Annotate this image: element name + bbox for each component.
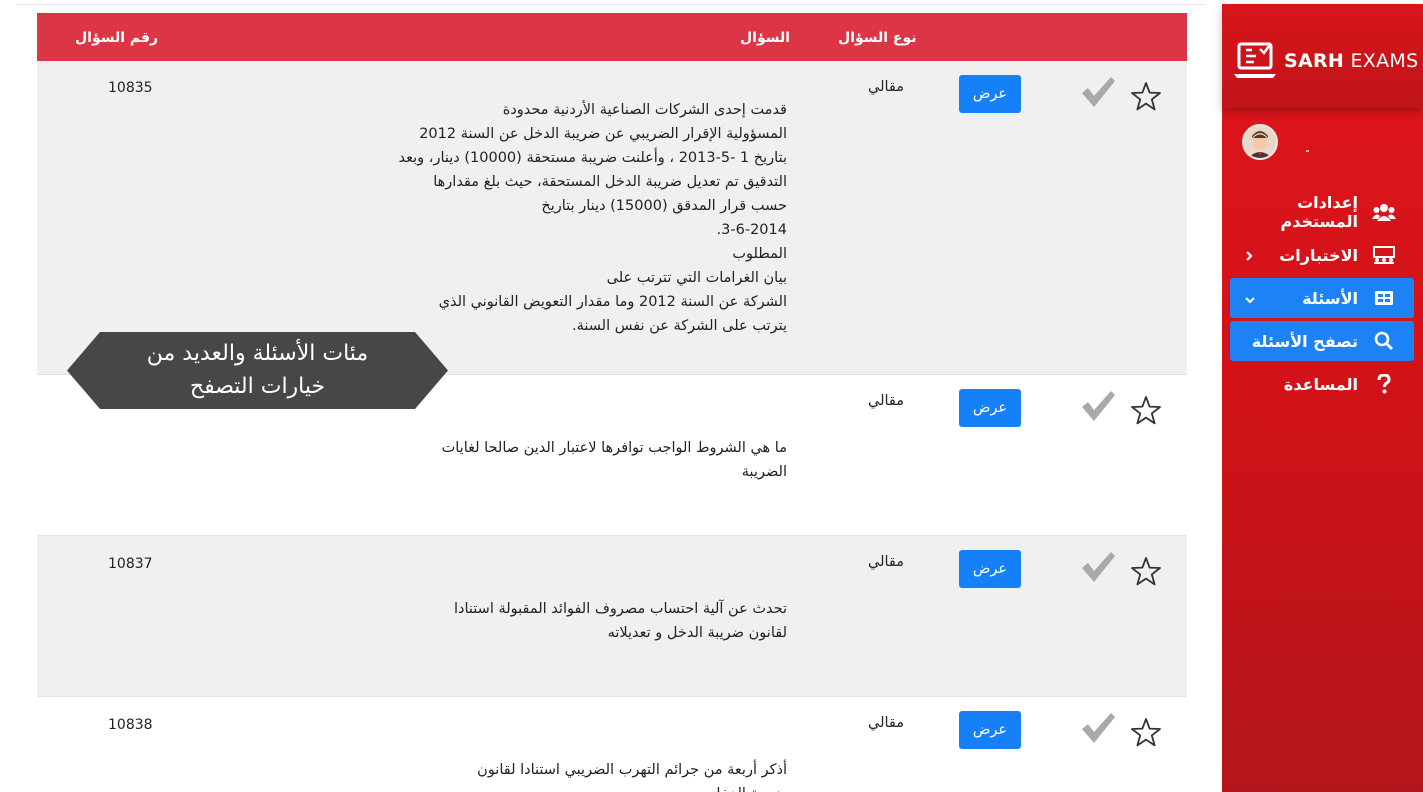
question-text: أذكر أربعة من جرائم التهرب الضريبي استنا…: [477, 762, 787, 792]
promo-text: مئات الأسئلة والعديد من خيارات التصفح: [146, 341, 369, 399]
check-icon[interactable]: [1080, 389, 1116, 427]
star-icon[interactable]: [1130, 717, 1162, 751]
question-text: قدمت إحدى الشركات الصناعية الأردنية محدو…: [398, 102, 787, 334]
question-text: ما هي الشروط الواجب توافرها لاعتبار الدي…: [441, 440, 787, 480]
view-button[interactable]: عرض: [959, 389, 1021, 427]
check-icon[interactable]: [1080, 75, 1116, 113]
header-question: السؤال: [740, 30, 791, 46]
question-number: 10837: [108, 556, 153, 572]
grid-icon: [1372, 288, 1396, 308]
table-row: 10837 تحدث عن آلية احتساب مصروف الفوائد …: [37, 536, 1187, 697]
top-divider: [16, 0, 1206, 5]
main-content: رقم السؤال السؤال نوع السؤال 10835 قدمت …: [0, 0, 1222, 792]
sidebar-item-exams[interactable]: الاختبارات: [1230, 235, 1414, 275]
view-button[interactable]: عرض: [959, 550, 1021, 588]
table-row: 10835 قدمت إحدى الشركات الصناعية الأردني…: [37, 61, 1187, 375]
brand-header: SARH EXAMS: [1222, 4, 1423, 108]
sidebar-item-browse-questions[interactable]: تصفح الأسئلة: [1230, 321, 1414, 361]
star-icon[interactable]: [1130, 395, 1162, 429]
star-icon[interactable]: [1130, 556, 1162, 590]
sidebar-item-user-settings[interactable]: إعدادات المستخدم: [1230, 192, 1414, 232]
promo-banner: مئات الأسئلة والعديد من خيارات التصفح: [66, 331, 449, 410]
question-number: 10838: [108, 717, 153, 733]
users-icon: [1372, 202, 1396, 222]
avatar[interactable]: [1242, 124, 1278, 160]
brand-name: SARH EXAMS: [1284, 50, 1419, 72]
question-number: 10835: [108, 80, 153, 96]
sidebar-item-label: الاختبارات: [1279, 245, 1358, 265]
question-type: مقالي: [868, 554, 905, 570]
check-icon[interactable]: [1080, 550, 1116, 588]
user-name-mark: [1306, 150, 1309, 152]
search-icon: [1372, 331, 1396, 351]
question-text: تحدث عن آلية احتساب مصروف الفوائد المقبو…: [454, 601, 787, 641]
sidebar-item-questions[interactable]: الأسئلة: [1230, 278, 1414, 318]
chevron-left-icon: [1244, 247, 1254, 266]
sidebar-nav: إعدادات المستخدم الاختبارات الأسئلة تصفح…: [1230, 192, 1414, 407]
header-type: نوع السؤال: [838, 30, 917, 46]
question-type: مقالي: [868, 79, 905, 95]
sidebar-item-label: المساعدة: [1283, 374, 1358, 394]
check-icon[interactable]: [1080, 711, 1116, 749]
view-button[interactable]: عرض: [959, 711, 1021, 749]
table-row: 10838 أذكر أربعة من جرائم التهرب الضريبي…: [37, 697, 1187, 792]
classroom-icon: [1372, 245, 1396, 265]
star-icon[interactable]: [1130, 81, 1162, 115]
sidebar-item-label: تصفح الأسئلة: [1251, 331, 1358, 351]
question-type: مقالي: [868, 715, 905, 731]
sidebar-item-label: إعدادات المستخدم: [1280, 193, 1358, 231]
question-type: مقالي: [868, 393, 905, 409]
sidebar: SARH EXAMS إعدادات المستخدم الاختبارات ا…: [1222, 4, 1423, 792]
sidebar-item-help[interactable]: المساعدة: [1230, 364, 1414, 404]
sidebar-item-label: الأسئلة: [1302, 288, 1358, 308]
chevron-down-icon: [1244, 290, 1256, 309]
laptop-logo-icon: [1232, 40, 1278, 80]
header-number: رقم السؤال: [75, 30, 159, 46]
table-header: رقم السؤال السؤال نوع السؤال: [37, 13, 1187, 61]
question-icon: [1372, 374, 1396, 394]
view-button[interactable]: عرض: [959, 75, 1021, 113]
